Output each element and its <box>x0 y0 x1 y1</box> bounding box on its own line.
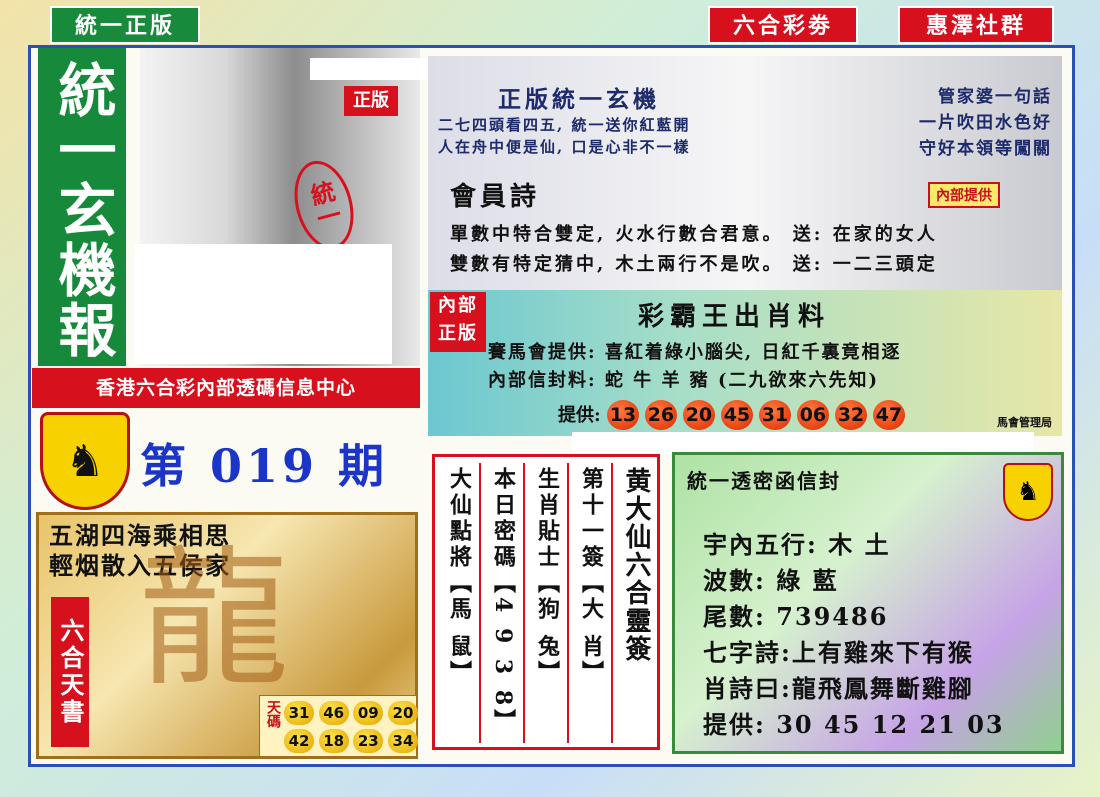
envelope-line: 宇內五行: 木 土 <box>703 530 891 559</box>
sky-ball: 23 <box>353 729 384 753</box>
dragon-icon: 龍 <box>139 533 290 707</box>
member-poem-title: 會員詩 <box>450 182 541 212</box>
housekeeper-title: 管家婆一句話 <box>938 87 1052 107</box>
horse-shield-icon: ♞ <box>40 412 130 510</box>
number-ball: 45 <box>720 400 753 430</box>
zodiac-title: 彩霸王出肖料 <box>638 302 831 332</box>
stamp-genuine: 正版 <box>344 86 398 116</box>
member-verse1: 單數中特合雙定, 火水行數合君意。 送: 在家的女人 <box>450 224 938 245</box>
redacted-strip-2 <box>572 432 1034 454</box>
secret-envelope-panel: 統一透密函信封 ♞ 宇內五行: 木 土 波數: 綠 藍 尾數: 739486 七… <box>672 452 1064 754</box>
tag-lottery: 六合彩劵 <box>708 6 858 44</box>
zodiac-line1: 賽馬會提供: 喜紅着綠小腦尖, 日紅千裏竟相逐 <box>488 342 902 363</box>
oracle-column: 大仙點將【馬 鼠】 <box>439 463 481 743</box>
issue-number: 第 019 期 <box>140 439 389 493</box>
sky-ball: 18 <box>318 729 349 753</box>
internal-badge: 內部提供 <box>928 182 1000 208</box>
oracle-column: 第十一簽【大 肖】 <box>571 463 613 743</box>
internal-genuine-tag: 內部正版 <box>430 292 486 352</box>
sky-ball: 20 <box>387 701 418 725</box>
envelope-title: 統一透密函信封 <box>687 469 841 493</box>
dragon-panel: 五湖四海乘相思 輕烟散入五侯家 六合天書 龍 天碼 31 46 09 20 42… <box>36 512 418 759</box>
sky-ball: 34 <box>387 729 418 753</box>
oracle-column: 生肖貼士【狗 兔】 <box>527 463 569 743</box>
sky-code-row1: 31 46 09 20 <box>284 701 418 725</box>
sky-code-label: 天碼 <box>265 700 281 728</box>
oracle-column: 本日密碼【4 9 3 8】 <box>483 463 525 743</box>
zodiac-panel: 內部正版 彩霸王出肖料 賽馬會提供: 喜紅着綠小腦尖, 日紅千裏竟相逐 內部信封… <box>428 290 1062 436</box>
horse-shield-icon: ♞ <box>1003 463 1053 521</box>
number-ball: 13 <box>606 400 639 430</box>
housekeeper-line1: 一片吹田水色好 <box>919 113 1052 133</box>
number-ball: 06 <box>796 400 829 430</box>
envelope-line: 尾數: 739486 <box>703 602 889 631</box>
provided-label: 提供: <box>558 405 601 426</box>
xuanji-line1: 二七四頭看四五, 統一送你紅藍開 <box>438 116 691 134</box>
envelope-line: 七字詩:上有雞來下有猴 <box>703 638 974 667</box>
member-verse2: 雙數有特定猜中, 木土兩行不是吹。 送: 一二三頭定 <box>450 254 938 275</box>
oracle-columns: 大仙點將【馬 鼠】 本日密碼【4 9 3 8】 生肖貼士【狗 兔】 第十一簽【大… <box>432 454 660 750</box>
envelope-line: 肖詩曰:龍飛鳳舞斷雞腳 <box>703 674 974 703</box>
sky-ball: 46 <box>318 701 349 725</box>
vertical-title: 統一玄機報 <box>38 48 126 366</box>
number-ball: 47 <box>872 400 905 430</box>
oracle-column-title: 黄大仙六合靈簽 <box>621 467 651 663</box>
sky-code-row2: 42 18 23 34 <box>284 729 418 753</box>
tag-genuine: 統一正版 <box>50 6 200 44</box>
center-banner: 香港六合彩內部透碼信息中心 <box>32 368 420 408</box>
xuanji-line2: 人在舟中便是仙, 口是心非不一樣 <box>438 138 691 156</box>
sky-code-box: 天碼 31 46 09 20 42 18 23 34 <box>259 695 418 757</box>
top-right-panel: 正版統一玄機 二七四頭看四五, 統一送你紅藍開 人在舟中便是仙, 口是心非不一樣… <box>428 56 1062 290</box>
zodiac-line2: 內部信封料: 蛇 牛 羊 豬 (二九欲來六先知) <box>488 370 880 391</box>
number-ball: 20 <box>682 400 715 430</box>
envelope-line: 波數: 綠 藍 <box>703 566 839 595</box>
envelope-line: 提供: 30 45 12 21 03 <box>703 710 1005 739</box>
sky-ball: 09 <box>353 701 384 725</box>
housekeeper-line2: 守好本領等闖關 <box>919 139 1052 159</box>
xuanji-title: 正版統一玄機 <box>498 86 660 113</box>
number-ball: 32 <box>834 400 867 430</box>
sky-ball: 31 <box>284 701 314 725</box>
jockey-club-mgmt: 馬會管理局 <box>997 416 1052 429</box>
sky-ball: 42 <box>284 729 314 753</box>
number-ball: 26 <box>644 400 677 430</box>
number-ball: 31 <box>758 400 791 430</box>
heaven-book-label: 六合天書 <box>51 597 89 747</box>
provided-balls: 提供: 13 26 20 45 31 06 32 47 <box>558 400 911 430</box>
tag-community: 惠澤社群 <box>898 6 1054 44</box>
redacted-box <box>134 244 392 364</box>
